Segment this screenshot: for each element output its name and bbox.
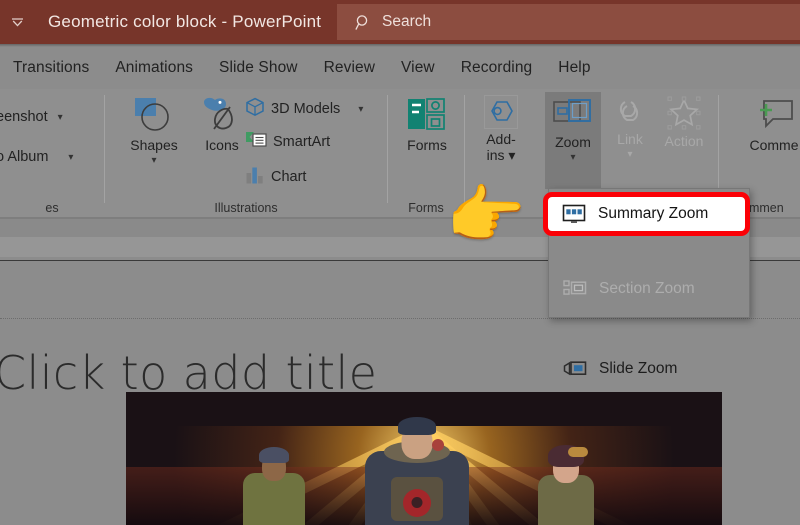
chevron-down-icon: ▾ xyxy=(57,111,63,123)
tab-help[interactable]: Help xyxy=(545,47,603,89)
zoom-button[interactable]: Zoom ▾ xyxy=(545,92,601,189)
chart-label: Chart xyxy=(271,169,307,185)
search-box[interactable]: Search xyxy=(337,4,800,40)
shapes-button[interactable]: Shapes ▾ xyxy=(118,95,190,166)
character-left xyxy=(238,447,310,525)
photo-album-button[interactable]: to Album ▾ xyxy=(0,149,73,165)
chevron-down-icon: ▾ xyxy=(627,148,633,160)
3d-models-button[interactable]: 3D Models ▾ xyxy=(245,97,363,121)
search-placeholder: Search xyxy=(382,13,432,30)
chevron-down-icon: ▾ xyxy=(358,103,364,115)
search-icon xyxy=(355,14,372,31)
menu-item-slide-zoom-label: Slide Zoom xyxy=(599,360,678,377)
document-title: Geometric color block - PowerPoint xyxy=(48,12,322,31)
smartart-label: SmartArt xyxy=(273,134,331,150)
character-center xyxy=(358,415,476,525)
chevron-down-icon: ▾ xyxy=(570,151,576,163)
chevron-down-icon: ▾ xyxy=(151,154,157,166)
slide-image[interactable] xyxy=(126,392,722,525)
pointing-hand-cursor: 👉 xyxy=(446,179,526,251)
zoom-label: Zoom xyxy=(555,134,591,150)
screenshot-label: eenshot xyxy=(0,109,48,125)
character-right xyxy=(526,441,606,525)
icons-label: Icons xyxy=(205,137,239,153)
action-label: Action xyxy=(664,133,704,149)
ribbon-group-images: eenshot ▾ to Album ▾ es xyxy=(0,89,104,219)
group-label-illustrations: Illustrations xyxy=(214,201,278,215)
summary-zoom-icon xyxy=(562,204,586,224)
action-star-icon xyxy=(664,95,704,131)
section-zoom-icon xyxy=(563,278,587,300)
forms-label: Forms xyxy=(407,137,447,153)
shapes-label: Shapes xyxy=(130,137,178,153)
smartart-button[interactable]: SmartArt xyxy=(245,131,330,153)
add-ins-label-line1: Add- xyxy=(486,131,516,147)
powerpoint-window: Geometric color block - PowerPoint Searc… xyxy=(0,0,800,525)
add-ins-button[interactable]: Add- ins ▾ xyxy=(473,95,529,163)
tab-recording[interactable]: Recording xyxy=(448,47,546,89)
link-label: Link xyxy=(617,131,643,147)
screenshot-button[interactable]: eenshot ▾ xyxy=(0,109,63,125)
comment-add-icon xyxy=(752,95,796,135)
menu-item-slide-zoom[interactable]: Slide Zoom xyxy=(549,349,749,389)
tab-animations[interactable]: Animations xyxy=(102,47,206,89)
zoom-projector-icon xyxy=(552,98,594,132)
chart-bar-icon xyxy=(245,165,265,189)
ribbon-tab-strip: Transitions Animations Slide Show Review… xyxy=(0,47,800,89)
add-ins-label-line2: ins xyxy=(486,146,505,163)
tab-view[interactable]: View xyxy=(388,47,448,89)
menu-item-section-zoom: Section Zoom xyxy=(549,269,749,309)
chevron-down-icon: ▾ xyxy=(508,146,516,163)
3d-models-label: 3D Models xyxy=(271,101,341,117)
comment-button[interactable]: Comme xyxy=(729,95,800,154)
smartart-icon xyxy=(245,131,267,153)
icons-bird-leaf-icon xyxy=(198,95,246,135)
tab-review[interactable]: Review xyxy=(311,47,388,89)
title-bar: Geometric color block - PowerPoint Searc… xyxy=(0,0,800,44)
chart-button[interactable]: Chart xyxy=(245,165,306,189)
3d-cube-icon xyxy=(245,97,265,121)
link-chain-icon xyxy=(610,95,650,129)
menu-item-summary-zoom-highlighted[interactable]: Summary Zoom xyxy=(548,197,745,231)
chevron-down-icon[interactable] xyxy=(0,0,34,44)
tab-slide-show[interactable]: Slide Show xyxy=(206,47,311,89)
action-button: Action xyxy=(655,95,713,150)
forms-button[interactable]: Forms xyxy=(398,95,456,154)
link-button: Link ▾ xyxy=(605,95,655,160)
forms-icon xyxy=(406,95,448,135)
ribbon-group-illustrations: Shapes ▾ Icons 3D Models ▾ SmartArt Char… xyxy=(105,89,387,219)
photo-album-label: to Album xyxy=(0,149,49,165)
addins-hexagon-icon xyxy=(484,95,518,129)
chevron-down-icon: ▾ xyxy=(68,151,74,163)
summary-zoom-highlighted-label: Summary Zoom xyxy=(598,205,709,222)
comment-label: Comme xyxy=(749,137,799,153)
group-label-images: es xyxy=(45,201,59,215)
shapes-icon xyxy=(131,95,177,135)
placeholder-boundary xyxy=(0,318,800,319)
menu-item-section-zoom-label: Section Zoom xyxy=(599,280,695,297)
tab-transitions[interactable]: Transitions xyxy=(0,47,102,89)
slide-zoom-icon xyxy=(563,358,587,380)
